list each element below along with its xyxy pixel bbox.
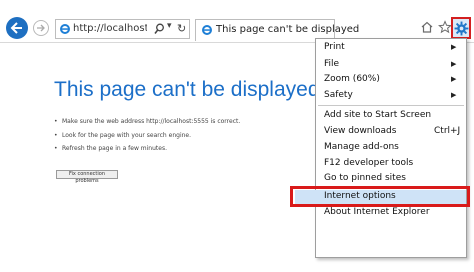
menu-item-file[interactable]: File	[324, 59, 339, 69]
menu-item-f12-tools[interactable]: F12 developer tools	[324, 158, 413, 168]
bullet: •	[54, 118, 58, 125]
back-arrow-icon	[10, 22, 22, 34]
tip-text: Look for the page with your search engin…	[62, 131, 192, 139]
tools-button[interactable]	[451, 17, 471, 39]
menu-item-view-downloads[interactable]: View downloads	[324, 126, 396, 136]
browser-toolbar: http://localhost:5555/ ▾ ↻ This page can…	[0, 0, 474, 43]
menu-item-add-site[interactable]: Add site to Start Screen	[324, 110, 431, 120]
back-button[interactable]	[6, 17, 28, 39]
tools-menu: Print ▶ File ▶ Zoom (60%) ▶ Safety ▶ Add…	[315, 38, 467, 258]
tab-title: This page can't be displayed	[216, 24, 360, 35]
menu-item-about-ie[interactable]: About Internet Explorer	[324, 207, 430, 217]
highlight-box	[290, 186, 470, 207]
menu-item-print[interactable]: Print	[324, 42, 345, 52]
ie-logo-icon	[202, 25, 212, 35]
bullet: •	[54, 145, 58, 152]
address-dropdown-icon[interactable]: ▾	[167, 21, 172, 31]
ie-logo-icon	[60, 24, 70, 34]
submenu-arrow-icon: ▶	[451, 60, 457, 68]
home-icon[interactable]	[420, 20, 434, 34]
tip-item: • Refresh the page in a few minutes.	[54, 145, 240, 159]
tip-text: Refresh the page in a few minutes.	[62, 145, 167, 152]
page-heading: This page can't be displayed	[54, 78, 320, 101]
tip-item: • Look for the page with your search engi…	[54, 132, 240, 146]
forward-button[interactable]	[33, 20, 49, 36]
star-icon[interactable]	[438, 20, 452, 34]
menu-item-pinned-sites[interactable]: Go to pinned sites	[324, 173, 406, 183]
search-icon[interactable]	[154, 23, 165, 35]
menu-item-zoom[interactable]: Zoom (60%)	[324, 74, 380, 84]
refresh-icon[interactable]: ↻	[177, 22, 186, 35]
forward-arrow-icon	[37, 24, 45, 32]
menu-item-manage-addons[interactable]: Manage add-ons	[324, 142, 399, 152]
address-bar[interactable]: http://localhost:5555/ ▾ ↻	[55, 19, 190, 39]
fix-connection-button[interactable]: Fix connection problems	[56, 170, 118, 184]
gear-icon	[454, 21, 469, 36]
tips-list: • Make sure the web address http://localh…	[54, 118, 240, 159]
tip-item: • Make sure the web address http://localh…	[54, 118, 240, 132]
menu-shortcut: Ctrl+J	[434, 126, 461, 136]
address-url: http://localhost:5555/	[73, 23, 147, 34]
tip-text: Make sure the web address http://localho…	[62, 118, 241, 125]
menu-item-safety[interactable]: Safety	[324, 90, 353, 100]
menu-divider	[318, 105, 464, 106]
submenu-arrow-icon: ▶	[451, 43, 457, 51]
submenu-arrow-icon: ▶	[451, 75, 457, 83]
bullet: •	[54, 131, 58, 139]
submenu-arrow-icon: ▶	[451, 91, 457, 99]
tab-current[interactable]: This page can't be displayed	[195, 19, 359, 41]
